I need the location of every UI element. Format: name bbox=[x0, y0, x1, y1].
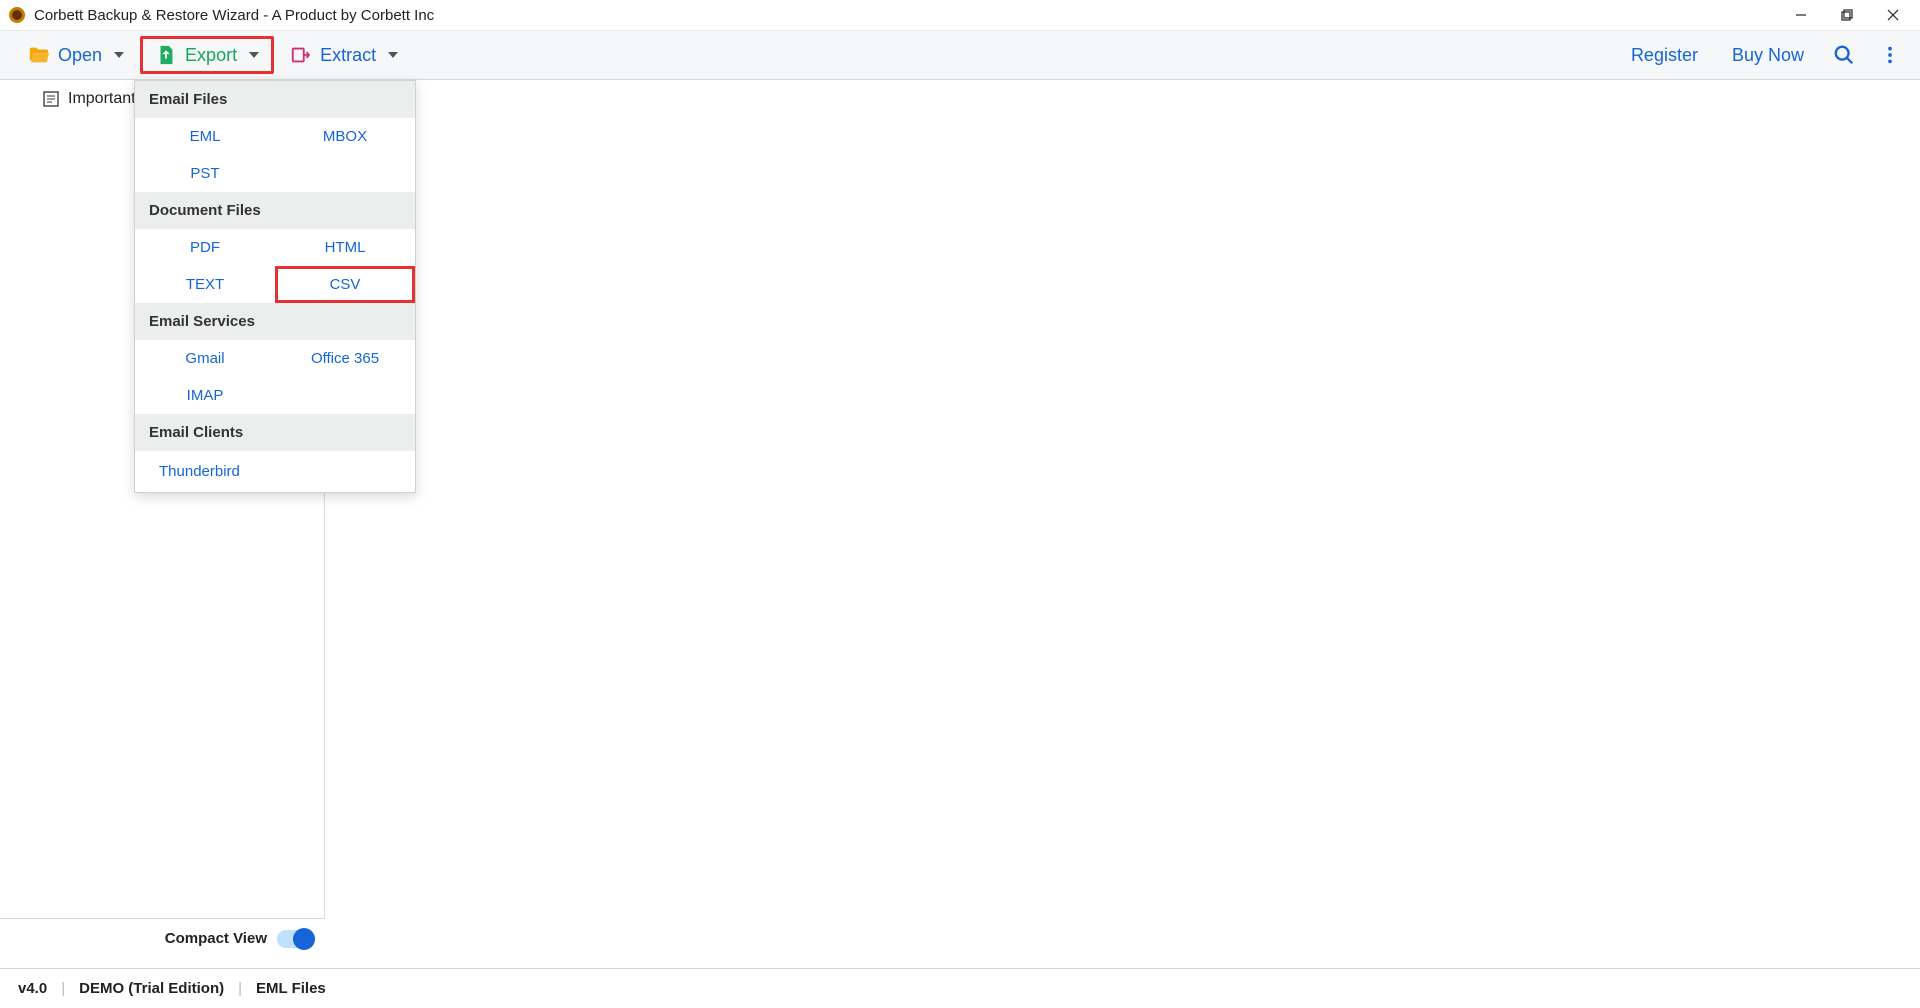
status-filetype: EML Files bbox=[256, 980, 326, 997]
chevron-down-icon bbox=[114, 52, 124, 58]
export-option-gmail[interactable]: Gmail bbox=[135, 340, 275, 377]
folder-open-icon bbox=[28, 44, 50, 66]
export-option-thunderbird[interactable]: Thunderbird bbox=[135, 451, 415, 492]
close-button[interactable] bbox=[1870, 0, 1916, 30]
file-icon bbox=[42, 90, 60, 108]
minimize-button[interactable] bbox=[1778, 0, 1824, 30]
extract-icon bbox=[290, 44, 312, 66]
main-content bbox=[325, 80, 1920, 958]
export-option-imap[interactable]: IMAP bbox=[135, 377, 275, 414]
status-edition: DEMO (Trial Edition) bbox=[79, 980, 224, 997]
chevron-down-icon bbox=[388, 52, 398, 58]
file-export-icon bbox=[155, 44, 177, 66]
titlebar: Corbett Backup & Restore Wizard - A Prod… bbox=[0, 0, 1920, 30]
extract-label: Extract bbox=[320, 45, 376, 66]
export-option-text[interactable]: TEXT bbox=[135, 266, 275, 303]
export-option-csv[interactable]: CSV bbox=[275, 266, 415, 303]
export-option-eml[interactable]: EML bbox=[135, 118, 275, 155]
search-icon bbox=[1833, 44, 1855, 66]
app-icon bbox=[8, 6, 26, 24]
maximize-button[interactable] bbox=[1824, 0, 1870, 30]
export-option-pdf[interactable]: PDF bbox=[135, 229, 275, 266]
register-link[interactable]: Register bbox=[1617, 39, 1712, 72]
more-vertical-icon bbox=[1879, 44, 1901, 66]
export-dropdown: Email Files EML MBOX PST Document Files … bbox=[134, 80, 416, 493]
section-email-files: Email Files bbox=[135, 81, 415, 118]
toolbar: Open Export Extract Register Buy Now bbox=[0, 30, 1920, 80]
export-label: Export bbox=[185, 45, 237, 66]
export-button[interactable]: Export bbox=[140, 36, 274, 74]
more-button[interactable] bbox=[1870, 35, 1910, 75]
export-option-mbox[interactable]: MBOX bbox=[275, 118, 415, 155]
compact-view-label: Compact View bbox=[165, 930, 267, 947]
status-version: v4.0 bbox=[18, 980, 47, 997]
section-email-services: Email Services bbox=[135, 303, 415, 340]
chevron-down-icon bbox=[249, 52, 259, 58]
statusbar: v4.0 | DEMO (Trial Edition) | EML Files bbox=[0, 968, 1920, 1008]
compact-view-bar: Compact View bbox=[0, 918, 325, 958]
buy-now-link[interactable]: Buy Now bbox=[1718, 39, 1818, 72]
section-email-clients: Email Clients bbox=[135, 414, 415, 451]
export-option-office365[interactable]: Office 365 bbox=[275, 340, 415, 377]
open-button[interactable]: Open bbox=[18, 38, 134, 72]
search-button[interactable] bbox=[1824, 35, 1864, 75]
extract-button[interactable]: Extract bbox=[280, 38, 408, 72]
export-option-html[interactable]: HTML bbox=[275, 229, 415, 266]
tree-item-label: Important I bbox=[68, 90, 144, 108]
compact-view-toggle[interactable] bbox=[277, 930, 313, 948]
open-label: Open bbox=[58, 45, 102, 66]
window-title: Corbett Backup & Restore Wizard - A Prod… bbox=[34, 7, 434, 24]
section-document-files: Document Files bbox=[135, 192, 415, 229]
export-option-pst[interactable]: PST bbox=[135, 155, 275, 192]
